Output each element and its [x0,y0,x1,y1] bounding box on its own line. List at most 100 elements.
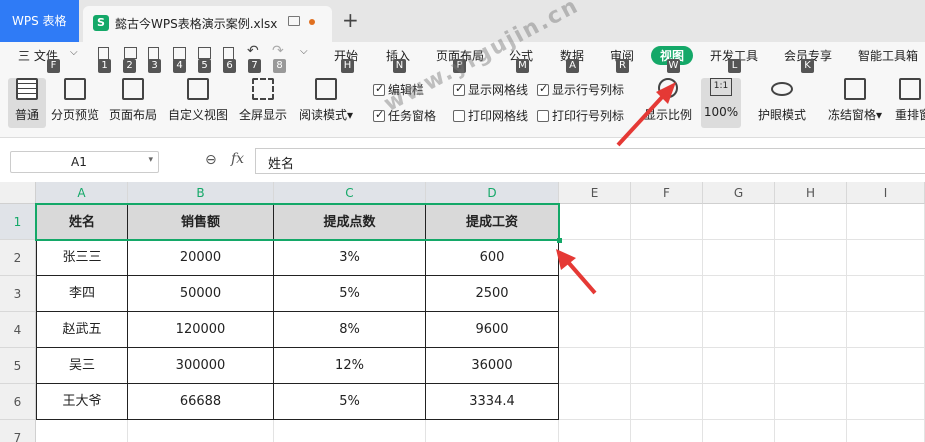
cell-e2[interactable] [559,240,631,276]
row-header-4[interactable]: 4 [0,312,36,348]
formula-input[interactable]: 姓名 [255,148,925,174]
cell-h6[interactable] [775,384,847,420]
freeze-panes-button[interactable]: 冻结窗格▾ [826,78,884,128]
row-header-3[interactable]: 3 [0,276,36,312]
column-header-a[interactable]: A [36,182,128,204]
full-screen-button[interactable]: 全屏显示 [237,78,289,128]
file-dropdown-icon[interactable]: ⌵ [70,47,78,58]
page-break-preview-button[interactable]: 分页预览 [50,78,100,128]
cell-d4[interactable]: 9600 [426,312,559,348]
cell-g5[interactable] [703,348,775,384]
cell-b4[interactable]: 120000 [128,312,274,348]
custom-view-button[interactable]: 自定义视图 [166,78,230,128]
row-header-5[interactable]: 5 [0,348,36,384]
cell-d5[interactable]: 36000 [426,348,559,384]
cell-a2[interactable]: 张三三 [36,240,128,276]
cell-e7[interactable] [559,420,631,442]
menu-smart-toolbox[interactable]: 智能工具箱 [858,47,918,64]
print-headings-checkbox[interactable]: 打印行号列标 [537,107,624,124]
cell-d3[interactable]: 2500 [426,276,559,312]
cell-d2[interactable]: 600 [426,240,559,276]
cell-h3[interactable] [775,276,847,312]
cell-c2[interactable]: 3% [274,240,426,276]
cell-f7[interactable] [631,420,703,442]
cell-b2[interactable]: 20000 [128,240,274,276]
spreadsheet-grid[interactable]: A B C D E F G H I 1 2 3 4 5 6 7 姓名 销售额 提成点数 提成工资 张三三 20000 3% 6… [0,182,925,442]
new-tab-button[interactable]: + [342,8,359,32]
cell-h1[interactable] [775,204,847,240]
eye-protection-button[interactable]: 护眼模式 [754,78,810,128]
row-header-2[interactable]: 2 [0,240,36,276]
cell-a4[interactable]: 赵武五 [36,312,128,348]
row-header-6[interactable]: 6 [0,384,36,420]
chevron-down-icon[interactable]: ▾ [148,155,153,165]
zoom-100-button[interactable]: 1:1 100% [701,78,741,128]
app-brand[interactable]: WPS 表格 [0,0,79,42]
cell-a3[interactable]: 李四 [36,276,128,312]
show-headings-checkbox[interactable]: 显示行号列标 [537,81,624,98]
cell-g4[interactable] [703,312,775,348]
select-all-corner[interactable] [0,182,36,204]
zoom-ratio-button[interactable]: 显示比例 [642,78,694,128]
cell-h2[interactable] [775,240,847,276]
cell-g7[interactable] [703,420,775,442]
cell-e3[interactable] [559,276,631,312]
name-box[interactable]: A1 ▾ [10,151,159,173]
cell-f1[interactable] [631,204,703,240]
reading-mode-button[interactable]: 阅读模式▾ [296,78,356,128]
column-header-d[interactable]: D [426,182,559,204]
column-header-i[interactable]: I [847,182,925,204]
cell-b7[interactable] [128,420,274,442]
cell-g1[interactable] [703,204,775,240]
table-header-cell[interactable]: 姓名 [36,204,128,240]
cell-i2[interactable] [847,240,925,276]
cell-e4[interactable] [559,312,631,348]
cell-f6[interactable] [631,384,703,420]
cell-h4[interactable] [775,312,847,348]
cell-a7[interactable] [36,420,128,442]
cell-c7[interactable] [274,420,426,442]
cell-e6[interactable] [559,384,631,420]
cell-i3[interactable] [847,276,925,312]
cell-g3[interactable] [703,276,775,312]
row-header-1[interactable]: 1 [0,204,36,240]
column-header-b[interactable]: B [128,182,274,204]
fx-icon[interactable]: fx [231,151,244,167]
print-icon[interactable] [198,47,211,59]
undo-icon[interactable]: ↶ [247,43,259,59]
table-header-cell[interactable]: 销售额 [128,204,274,240]
cell-h7[interactable] [775,420,847,442]
cell-i7[interactable] [847,420,925,442]
cell-g6[interactable] [703,384,775,420]
cell-f5[interactable] [631,348,703,384]
cell-i5[interactable] [847,348,925,384]
cell-d7[interactable] [426,420,559,442]
cell-c3[interactable]: 5% [274,276,426,312]
more-quick-access-icon[interactable]: ⌵ [300,46,308,57]
cell-c6[interactable]: 5% [274,384,426,420]
print-gridlines-checkbox[interactable]: 打印网格线 [453,107,528,124]
fill-handle-icon[interactable] [557,238,562,243]
cell-i1[interactable] [847,204,925,240]
column-header-e[interactable]: E [559,182,631,204]
column-header-h[interactable]: H [775,182,847,204]
cell-c5[interactable]: 12% [274,348,426,384]
monitor-icon[interactable] [288,16,300,26]
cell-b6[interactable]: 66688 [128,384,274,420]
open-folder-icon[interactable] [124,47,137,59]
cell-f2[interactable] [631,240,703,276]
cell-a6[interactable]: 王大爷 [36,384,128,420]
column-header-c[interactable]: C [274,182,426,204]
cell-a5[interactable]: 吴三 [36,348,128,384]
cell-g2[interactable] [703,240,775,276]
cell-i6[interactable] [847,384,925,420]
cell-e1[interactable] [559,204,631,240]
document-tab[interactable]: S 懿古今WPS表格演示案例.xlsx [83,6,332,42]
cell-e5[interactable] [559,348,631,384]
row-header-7[interactable]: 7 [0,420,36,442]
cell-b3[interactable]: 50000 [128,276,274,312]
cell-i4[interactable] [847,312,925,348]
cell-c4[interactable]: 8% [274,312,426,348]
column-header-g[interactable]: G [703,182,775,204]
zoom-magnifier-icon[interactable]: ⊖ [205,152,217,168]
